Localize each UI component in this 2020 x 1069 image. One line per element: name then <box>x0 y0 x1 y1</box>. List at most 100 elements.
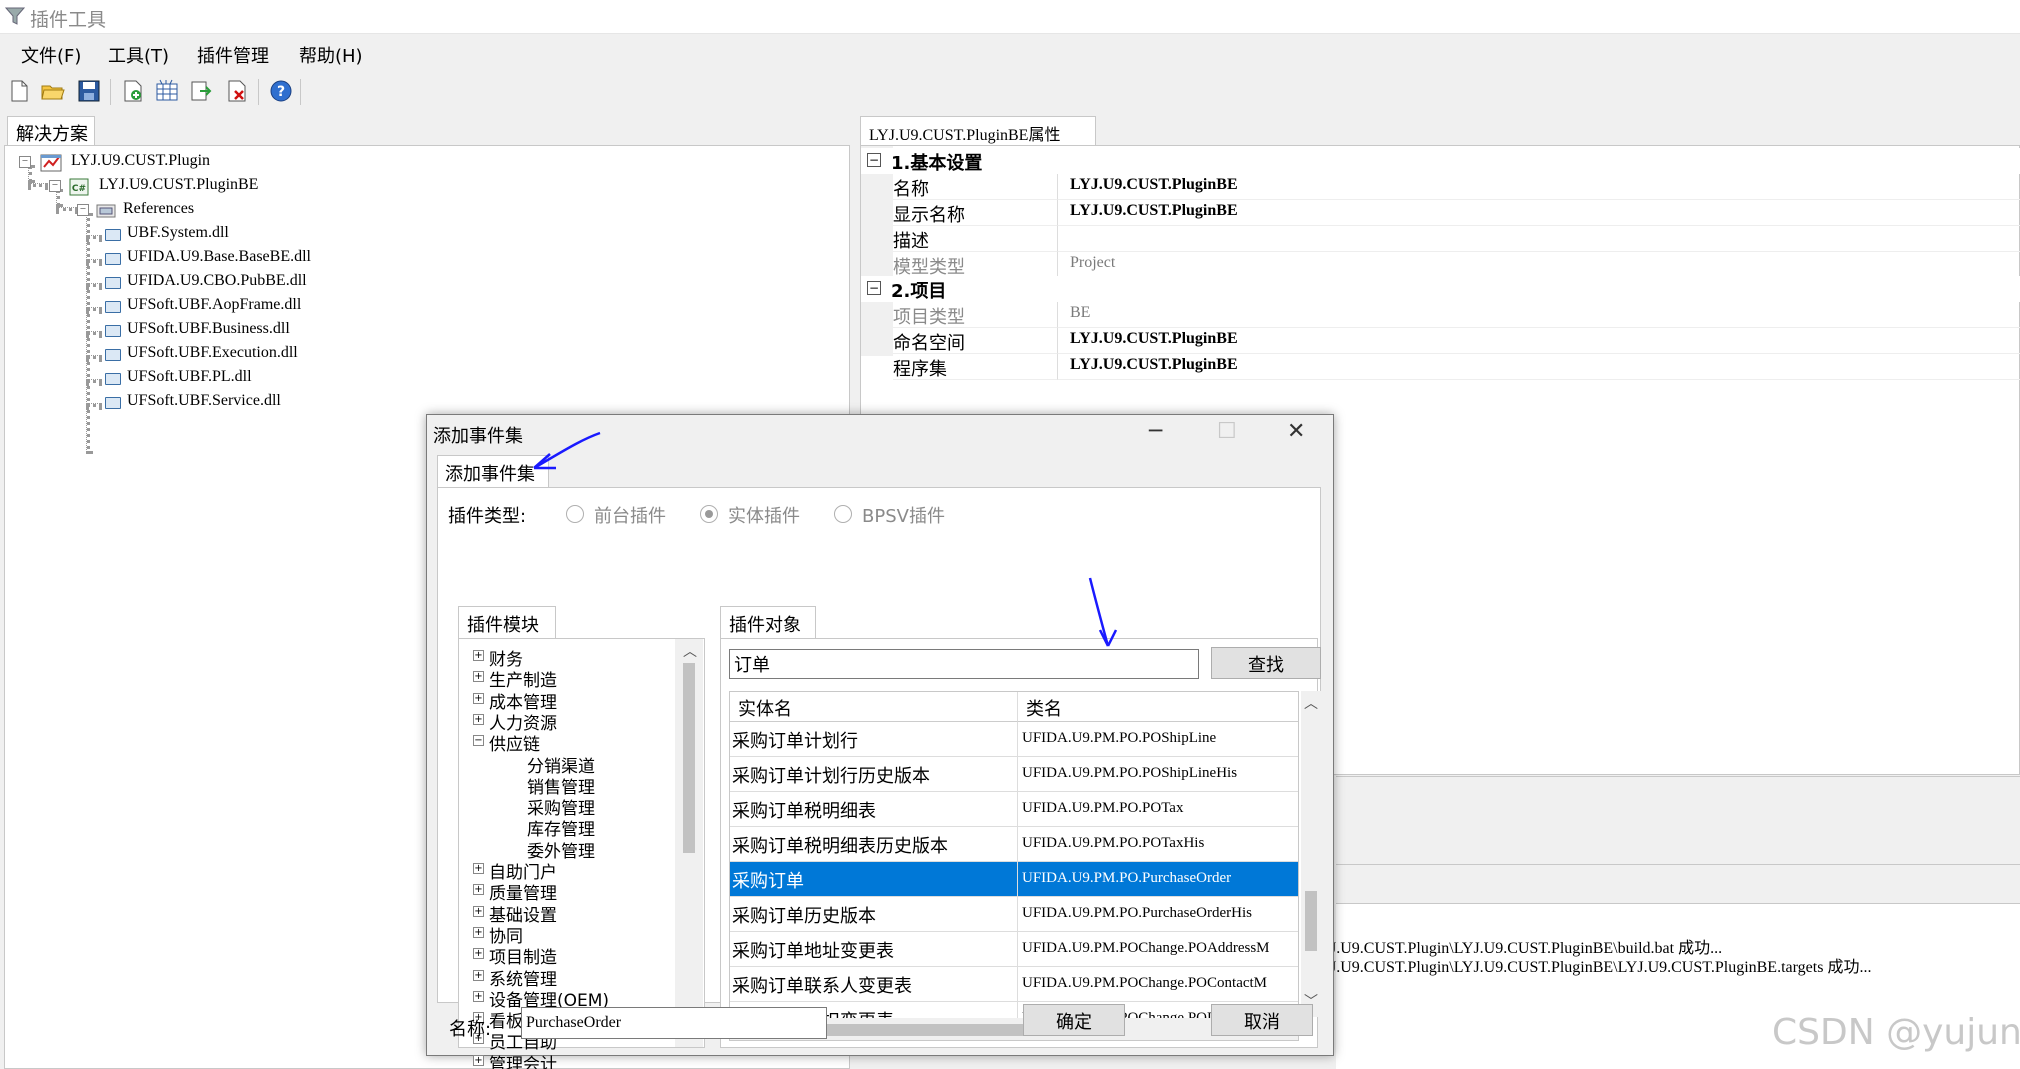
module-label: 管理会计 <box>489 1054 557 1069</box>
category-basic-settings[interactable]: − 1.基本设置 <box>861 148 2020 174</box>
class-name-cell: UFIDA.U9.PM.PO.POShipLine <box>1022 730 1217 746</box>
delete-icon[interactable] <box>224 78 250 104</box>
radio-frontend-plugin[interactable] <box>566 505 584 523</box>
minimize-icon[interactable]: ─ <box>1149 419 1162 444</box>
table-row[interactable]: 采购订单计划行 UFIDA.U9.PM.PO.POShipLine <box>730 722 1298 757</box>
search-button[interactable]: 查找 <box>1211 647 1321 679</box>
table-row[interactable]: 采购订单历史版本 UFIDA.U9.PM.PO.PurchaseOrderHis <box>730 897 1298 932</box>
tree-label: UFSoft.UBF.Execution.dll <box>127 344 298 361</box>
scroll-thumb[interactable] <box>683 663 695 853</box>
table-row[interactable]: 采购订单地址变更表 UFIDA.U9.PM.POChange.POAddressM <box>730 932 1298 967</box>
cancel-button[interactable]: 取消 <box>1211 1004 1313 1036</box>
property-value[interactable]: LYJ.U9.CUST.PluginBE <box>1057 328 2020 354</box>
class-name-cell: UFIDA.U9.PM.PO.PurchaseOrder <box>1022 870 1232 886</box>
expand-icon[interactable]: + <box>473 905 484 917</box>
property-value[interactable]: LYJ.U9.CUST.PluginBE <box>1057 200 2020 226</box>
property-value[interactable]: LYJ.U9.CUST.PluginBE <box>1057 174 2020 200</box>
category-project[interactable]: − 2.项目 <box>861 276 2020 302</box>
scroll-up-icon[interactable]: ︿ <box>1304 693 1318 713</box>
radio-bpsv-plugin[interactable] <box>834 505 852 523</box>
tab-plugin-objects[interactable]: 插件对象 <box>720 606 816 638</box>
property-row[interactable]: 程序集 LYJ.U9.CUST.PluginBE <box>861 354 2020 380</box>
vertical-scrollbar[interactable]: ︿ ﹀ <box>1301 691 1321 1017</box>
collapse-icon[interactable]: − <box>473 735 484 747</box>
property-row[interactable]: 名称 LYJ.U9.CUST.PluginBE <box>861 174 2020 200</box>
svg-text:C#: C# <box>72 184 86 194</box>
tab-plugin-modules[interactable]: 插件模块 <box>458 606 556 638</box>
property-value[interactable]: LYJ.U9.CUST.PluginBE <box>1057 354 2020 380</box>
toolbar-separator <box>110 79 111 105</box>
output-line: J.U9.CUST.Plugin\LYJ.U9.CUST.PluginBE\LY… <box>1330 959 1872 976</box>
expand-icon[interactable]: + <box>473 692 484 704</box>
help-icon[interactable]: ? <box>268 78 294 104</box>
property-row[interactable]: 模型类型 Project <box>861 252 2020 278</box>
export-icon[interactable] <box>188 78 214 104</box>
grid-icon[interactable] <box>154 78 180 104</box>
ok-button[interactable]: 确定 <box>1023 1004 1125 1036</box>
category-title: 1.基本设置 <box>891 153 983 174</box>
annotation-arrow-icon <box>1088 577 1118 647</box>
collapse-icon[interactable]: − <box>77 204 89 216</box>
toolbar-separator <box>300 79 301 105</box>
column-header-entity[interactable]: 实体名 <box>730 692 1018 722</box>
expand-icon[interactable]: + <box>473 650 484 661</box>
open-folder-icon[interactable] <box>40 78 66 104</box>
table-row[interactable]: 采购订单 UFIDA.U9.PM.PO.PurchaseOrder <box>730 862 1298 897</box>
property-row[interactable]: 描述 <box>861 226 2020 252</box>
tab-properties[interactable]: LYJ.U9.CUST.PluginBE属性 <box>860 116 1096 146</box>
property-value[interactable]: BE <box>1057 302 2020 328</box>
new-file-icon[interactable] <box>6 78 32 104</box>
expand-icon[interactable]: + <box>473 948 484 960</box>
collapse-icon[interactable]: − <box>867 153 881 167</box>
tree-label: UFSoft.UBF.Business.dll <box>127 320 290 337</box>
name-input[interactable] <box>521 1007 827 1039</box>
class-name-cell: UFIDA.U9.PM.PO.POTaxHis <box>1022 835 1205 851</box>
tree-label: References <box>123 200 195 217</box>
property-value[interactable] <box>1057 226 2020 252</box>
table-row[interactable]: 采购订单计划行历史版本 UFIDA.U9.PM.PO.POShipLineHis <box>730 757 1298 792</box>
assembly-icon <box>105 277 121 289</box>
expand-icon[interactable]: + <box>473 1054 484 1066</box>
tree-label: UFIDA.U9.CBO.PubBE.dll <box>127 272 307 289</box>
table-row[interactable]: 采购订单联系人变更表 UFIDA.U9.PM.POChange.POContact… <box>730 967 1298 1002</box>
menu-file[interactable]: 文件(F) <box>21 42 81 68</box>
assembly-icon <box>105 373 121 385</box>
collapse-icon[interactable]: − <box>19 156 31 168</box>
expand-icon[interactable]: + <box>473 969 484 981</box>
scroll-up-icon[interactable]: ︿ <box>683 641 697 661</box>
expand-icon[interactable]: + <box>473 990 484 1002</box>
class-name-cell: UFIDA.U9.PM.PO.PurchaseOrderHis <box>1022 905 1252 921</box>
entity-name-cell: 采购订单联系人变更表 <box>730 967 1018 1002</box>
references-folder-icon <box>96 204 116 218</box>
menu-tools[interactable]: 工具(T) <box>108 42 169 68</box>
expand-icon[interactable]: + <box>473 926 484 938</box>
annotation-arrow-icon <box>533 431 601 470</box>
close-icon[interactable]: ✕ <box>1287 419 1305 444</box>
scroll-thumb[interactable] <box>1305 891 1317 951</box>
save-icon[interactable] <box>76 78 102 104</box>
radio-entity-plugin[interactable] <box>700 505 718 523</box>
assembly-icon <box>105 397 121 409</box>
expand-icon[interactable]: + <box>473 863 484 874</box>
maximize-icon[interactable]: ☐ <box>1217 419 1237 444</box>
table-row[interactable]: 采购订单税明细表 UFIDA.U9.PM.PO.POTax <box>730 792 1298 827</box>
property-value[interactable]: Project <box>1057 252 2020 278</box>
search-input[interactable] <box>729 649 1199 679</box>
watermark: CSDN @yujunl <box>1772 1012 2020 1053</box>
collapse-icon[interactable]: − <box>867 281 881 295</box>
collapse-icon[interactable]: − <box>49 180 61 192</box>
property-row[interactable]: 命名空间 LYJ.U9.CUST.PluginBE <box>861 328 2020 354</box>
column-header-class[interactable]: 类名 <box>1018 692 1298 722</box>
assembly-icon <box>105 349 121 361</box>
module-scrollbar[interactable]: ︿ ﹀ <box>675 639 703 1047</box>
property-row[interactable]: 项目类型 BE <box>861 302 2020 328</box>
expand-icon[interactable]: + <box>473 713 484 725</box>
add-item-icon[interactable] <box>120 78 146 104</box>
property-row[interactable]: 显示名称 LYJ.U9.CUST.PluginBE <box>861 200 2020 226</box>
expand-icon[interactable]: + <box>473 884 484 896</box>
menu-help[interactable]: 帮助(H) <box>299 42 363 68</box>
tab-solution[interactable]: 解决方案 <box>7 116 95 146</box>
expand-icon[interactable]: + <box>473 671 484 683</box>
table-row[interactable]: 采购订单税明细表历史版本 UFIDA.U9.PM.PO.POTaxHis <box>730 827 1298 862</box>
menu-plugin-manage[interactable]: 插件管理 <box>197 42 269 68</box>
